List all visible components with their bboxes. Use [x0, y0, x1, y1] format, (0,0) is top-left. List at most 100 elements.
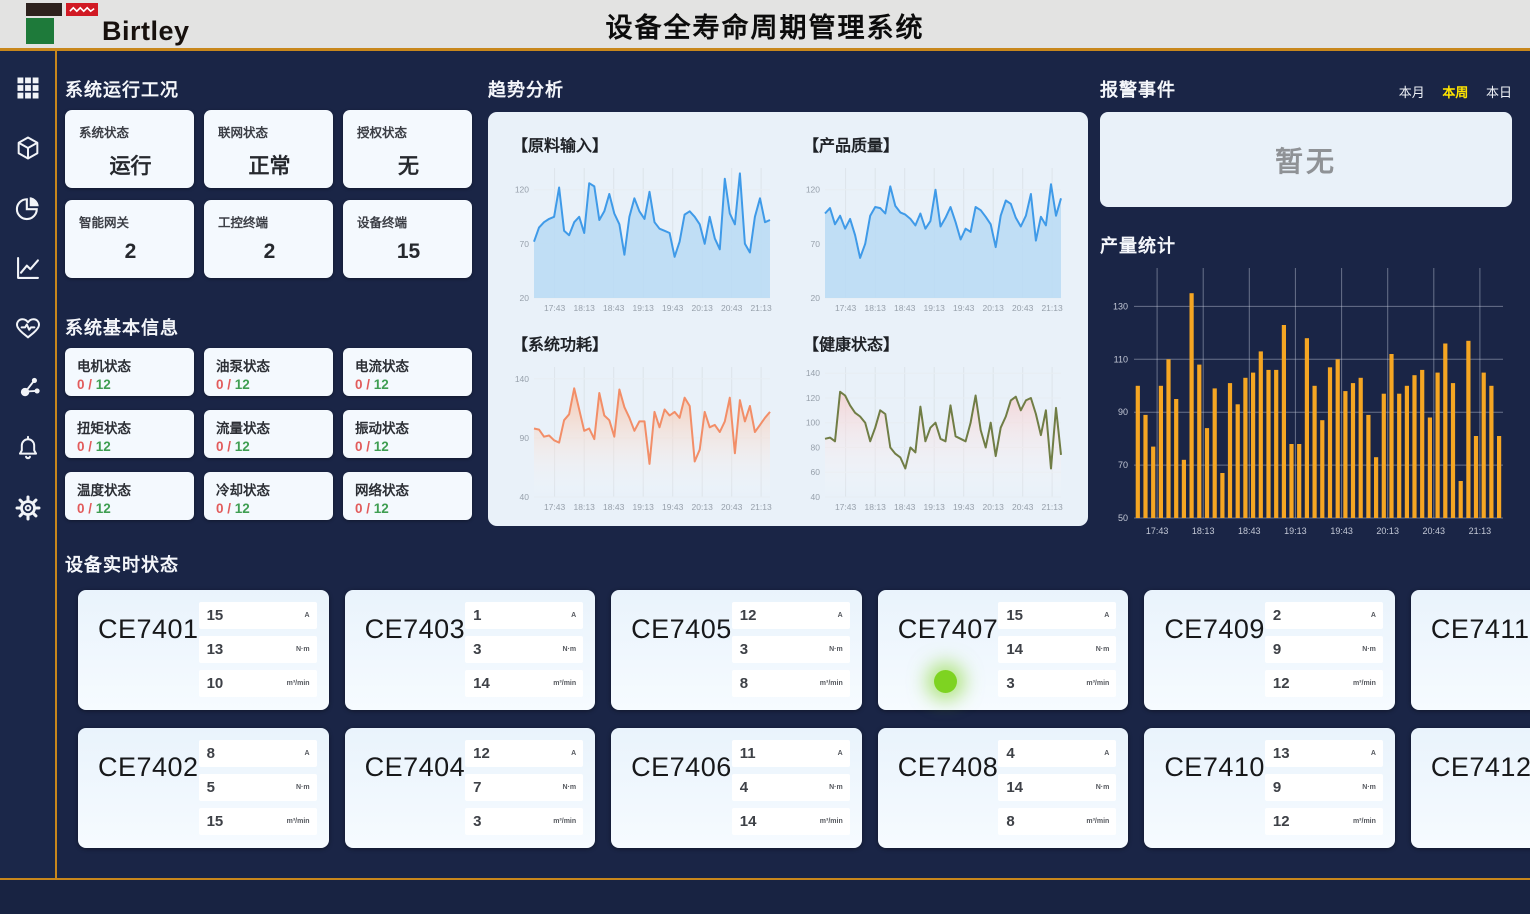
device-metric-unit: A	[1104, 612, 1109, 619]
device-metrics: 4 A 14 N·m 8 m³/min	[998, 740, 1116, 835]
bell-icon[interactable]	[13, 433, 43, 463]
info-status-card[interactable]: 扭矩状态 0 / 12	[65, 410, 194, 458]
device-card[interactable]: CE7403 1 A 3 N·m 14 m³/min	[345, 590, 596, 710]
grid-icon[interactable]	[13, 73, 43, 103]
info-status-card[interactable]: 油泵状态 0 / 12	[204, 348, 333, 396]
ops-card-value: 2	[79, 240, 182, 264]
device-metrics: 12 A 3 N·m 8 m³/min	[732, 602, 850, 697]
device-metric-value: 9	[1273, 641, 1281, 658]
device-name: CE7409	[1164, 614, 1265, 645]
svg-text:18:43: 18:43	[603, 502, 625, 512]
device-metric-value: 8	[207, 745, 215, 762]
svg-text:18:43: 18:43	[1238, 526, 1261, 536]
ops-status-card[interactable]: 设备终端 15	[343, 200, 472, 278]
info-status-card[interactable]: 振动状态 0 / 12	[343, 410, 472, 458]
device-metric-value: 14	[1006, 779, 1023, 796]
svg-text:60: 60	[811, 467, 821, 477]
device-metric-row: 7 N·m	[465, 774, 583, 801]
ops-status-card[interactable]: 授权状态 无	[343, 110, 472, 188]
info-card-label: 油泵状态	[216, 355, 323, 375]
production-section-title: 产量统计	[1100, 232, 1176, 258]
device-metric-row: 3 N·m	[465, 636, 583, 663]
molecule-icon[interactable]	[13, 373, 43, 403]
info-status-card[interactable]: 电流状态 0 / 12	[343, 348, 472, 396]
svg-text:21:13: 21:13	[1041, 303, 1063, 313]
trend-section-title: 趋势分析	[488, 76, 564, 102]
svg-text:50: 50	[1118, 513, 1128, 523]
device-metric-value: 3	[740, 641, 748, 658]
device-metric-row: 10 m³/min	[199, 670, 317, 697]
device-card[interactable]: CE7412 6 A 15 N·m 10 m³/min	[1411, 728, 1530, 848]
device-name: CE7412	[1431, 752, 1530, 783]
footer-band	[0, 880, 1530, 914]
device-card[interactable]: CE7407 15 A 14 N·m 3 m³/min	[878, 590, 1129, 710]
info-status-card[interactable]: 冷却状态 0 / 12	[204, 472, 333, 520]
dashboard-root: { "header": { "brand": "Birtley", "title…	[0, 0, 1530, 914]
svg-text:18:43: 18:43	[894, 303, 916, 313]
ops-status-card[interactable]: 工控终端 2	[204, 200, 333, 278]
info-status-card[interactable]: 流量状态 0 / 12	[204, 410, 333, 458]
svg-text:18:13: 18:13	[865, 502, 887, 512]
svg-text:19:43: 19:43	[1330, 526, 1353, 536]
ops-card-value: 正常	[218, 150, 321, 180]
svg-text:21:13: 21:13	[750, 303, 772, 313]
device-metric-value: 12	[1273, 813, 1290, 830]
svg-text:19:43: 19:43	[953, 303, 975, 313]
svg-text:17:43: 17:43	[835, 502, 857, 512]
svg-text:18:13: 18:13	[574, 502, 596, 512]
line-chart-icon[interactable]	[13, 253, 43, 283]
health-pulse-icon[interactable]	[13, 313, 43, 343]
info-status-card[interactable]: 网络状态 0 / 12	[343, 472, 472, 520]
svg-text:70: 70	[1118, 460, 1128, 470]
device-metric-row: 8 A	[199, 740, 317, 767]
device-card[interactable]: CE7404 12 A 7 N·m 3 m³/min	[345, 728, 596, 848]
device-card[interactable]: CE7406 11 A 4 N·m 14 m³/min	[611, 728, 862, 848]
svg-text:21:13: 21:13	[750, 502, 772, 512]
info-card-count: 0 / 12	[77, 501, 184, 516]
device-card[interactable]: CE7409 2 A 9 N·m 12 m³/min	[1144, 590, 1395, 710]
device-metric-value: 9	[1273, 779, 1281, 796]
ops-card-value: 2	[218, 240, 321, 264]
info-status-card[interactable]: 温度状态 0 / 12	[65, 472, 194, 520]
alarm-tab-本月[interactable]: 本月	[1399, 82, 1425, 101]
pie-chart-icon[interactable]	[13, 193, 43, 223]
info-section-title: 系统基本信息	[65, 314, 179, 340]
device-metric-unit: A	[838, 750, 843, 757]
device-card[interactable]: CE7405 12 A 3 N·m 8 m³/min	[611, 590, 862, 710]
device-name: CE7410	[1164, 752, 1265, 783]
trend-chart-svg: 207012017:4318:1318:4319:1319:4320:1320:…	[795, 158, 1071, 316]
device-metric-unit: A	[1104, 750, 1109, 757]
device-card[interactable]: CE7408 4 A 14 N·m 8 m³/min	[878, 728, 1129, 848]
trend-chart-svg: 40608010012014017:4318:1318:4319:1319:43…	[795, 357, 1071, 515]
ops-status-card[interactable]: 智能网关 2	[65, 200, 194, 278]
device-metric-row: 9 N·m	[1265, 636, 1383, 663]
device-card[interactable]: CE7410 13 A 9 N·m 12 m³/min	[1144, 728, 1395, 848]
device-card[interactable]: CE7401 15 A 13 N·m 10 m³/min	[78, 590, 329, 710]
device-metric-value: 7	[473, 779, 481, 796]
ops-status-card[interactable]: 系统状态 运行	[65, 110, 194, 188]
info-card-count: 0 / 12	[77, 377, 184, 392]
device-card[interactable]: CE7402 8 A 5 N·m 15 m³/min	[78, 728, 329, 848]
svg-text:70: 70	[520, 239, 530, 249]
device-metric-value: 13	[207, 641, 224, 658]
device-name: CE7404	[365, 752, 466, 783]
device-metrics: 8 A 5 N·m 15 m³/min	[199, 740, 317, 835]
cube-icon[interactable]	[13, 133, 43, 163]
svg-text:19:43: 19:43	[662, 502, 684, 512]
device-metric-unit: m³/min	[1086, 680, 1109, 687]
info-card-label: 电机状态	[77, 355, 184, 375]
svg-text:100: 100	[806, 418, 820, 428]
alarm-tab-本周[interactable]: 本周	[1442, 82, 1468, 101]
device-metric-unit: N·m	[563, 784, 577, 791]
gear-icon[interactable]	[13, 493, 43, 523]
device-metric-value: 13	[1273, 745, 1290, 762]
device-metric-unit: A	[1371, 750, 1376, 757]
device-metric-row: 14 m³/min	[732, 808, 850, 835]
device-metric-unit: m³/min	[820, 818, 843, 825]
device-metric-value: 12	[1273, 675, 1290, 692]
ops-status-card[interactable]: 联网状态 正常	[204, 110, 333, 188]
device-metric-unit: m³/min	[1353, 818, 1376, 825]
device-card[interactable]: CE7411 10 A 15 N·m 11 m³/min	[1411, 590, 1530, 710]
alarm-tab-本日[interactable]: 本日	[1486, 82, 1512, 101]
info-status-card[interactable]: 电机状态 0 / 12	[65, 348, 194, 396]
